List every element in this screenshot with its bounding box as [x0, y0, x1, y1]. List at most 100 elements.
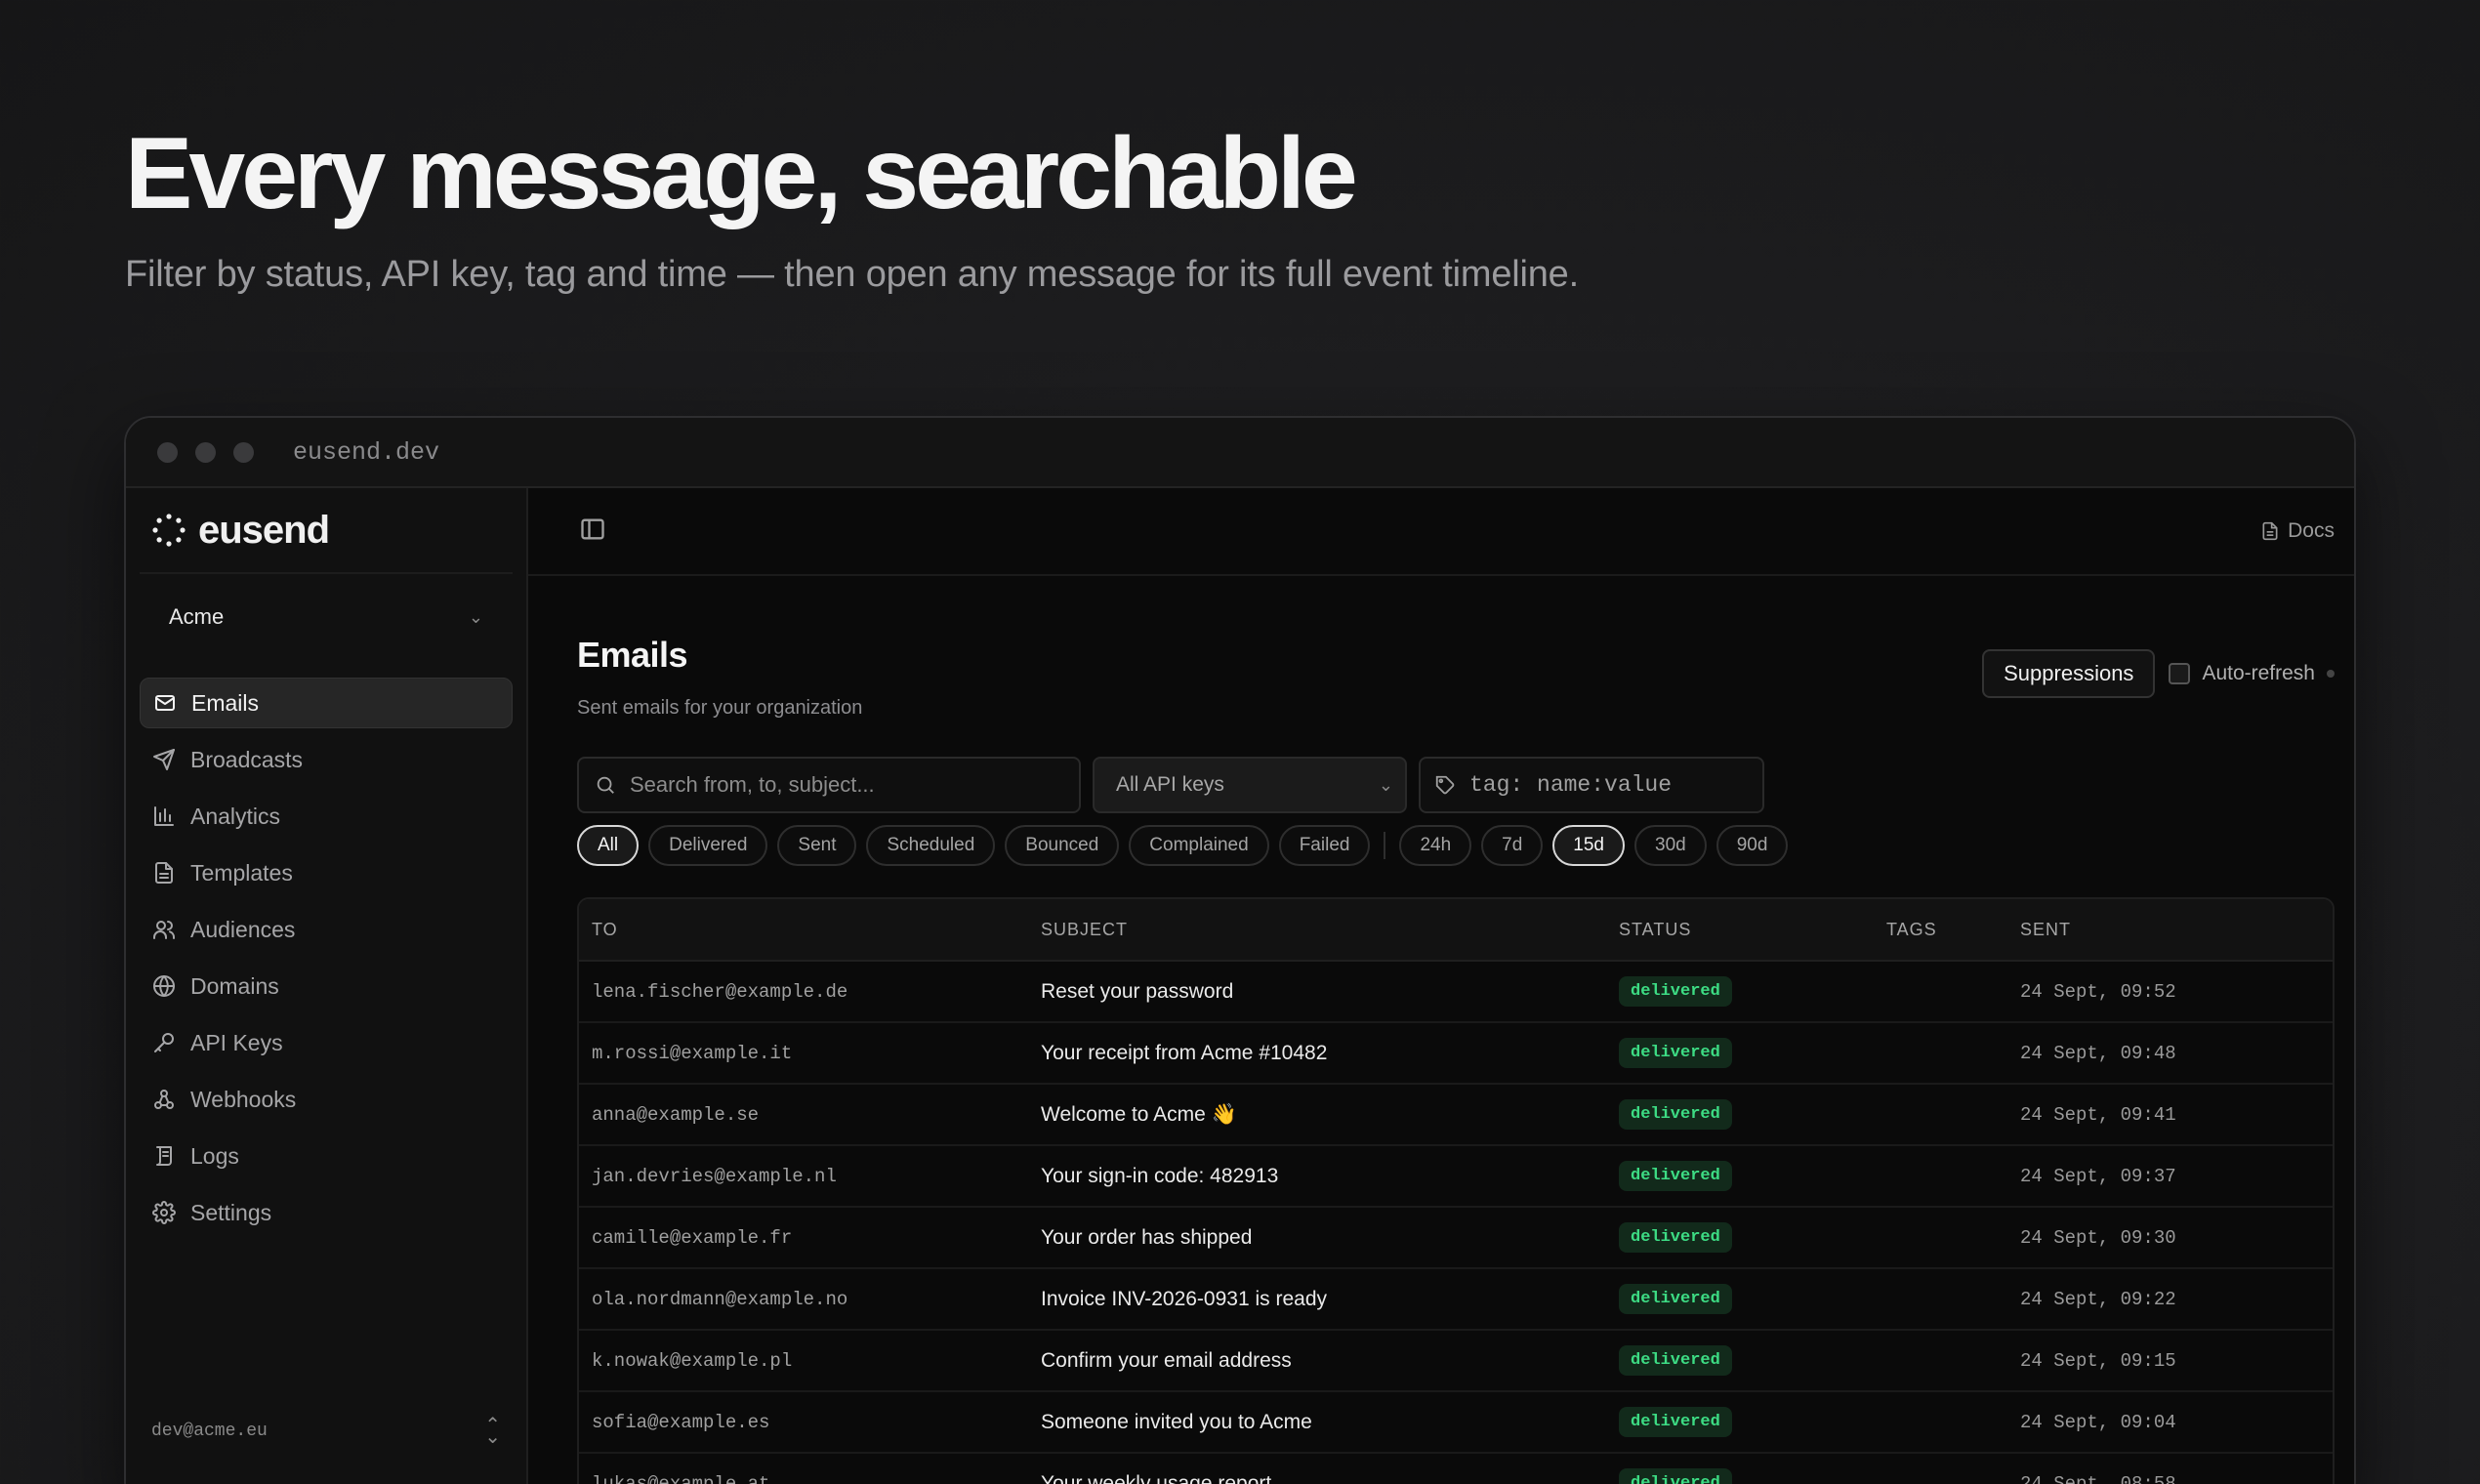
app-window: eusend.dev eusend Acme ⌄ Emails Broadcas… [124, 416, 2356, 1484]
window-minimize-dot[interactable] [195, 441, 216, 463]
column-header-tags[interactable]: TAGS [1886, 920, 2020, 940]
sidebar-item-domains[interactable]: Domains [140, 961, 513, 1011]
brand-logo-icon [152, 514, 186, 547]
gear-icon [151, 1200, 177, 1225]
sent-timestamp: 24 Sept, 09:15 [2020, 1349, 2176, 1372]
sidebar-item-webhooks[interactable]: Webhooks [140, 1074, 513, 1125]
tag-filter[interactable] [1419, 757, 1764, 813]
sidebar-item-api-keys[interactable]: API Keys [140, 1017, 513, 1068]
sidebar-item-broadcasts[interactable]: Broadcasts [140, 734, 513, 785]
status-chip-complained[interactable]: Complained [1129, 825, 1269, 866]
page-subtitle: Sent emails for your organization [577, 697, 863, 719]
main-panel: Docs Emails Sent emails for your organiz… [528, 488, 2354, 1484]
window-close-dot[interactable] [157, 441, 178, 463]
table-row[interactable]: ola.nordmann@example.no Invoice INV-2026-… [579, 1269, 2333, 1331]
window-maximize-dot[interactable] [233, 441, 254, 463]
status-badge: delivered [1619, 1345, 1732, 1376]
document-icon [2262, 521, 2278, 541]
recipient-email: anna@example.se [592, 1103, 760, 1126]
sidebar-item-label: Domains [190, 972, 279, 999]
time-chip-90d[interactable]: 90d [1715, 825, 1789, 866]
hero: Every message, searchable Filter by stat… [125, 115, 2371, 296]
emails-table: TO SUBJECT STATUS TAGS SENT lena.fischer… [577, 897, 2335, 1484]
hero-title: Every message, searchable [125, 117, 1358, 230]
auto-refresh-checkbox[interactable] [2169, 662, 2191, 684]
tag-input[interactable] [1469, 772, 1753, 798]
table-row[interactable]: lukas@example.at Your weekly usage report… [579, 1454, 2333, 1484]
status-badge: delivered [1619, 1099, 1732, 1130]
topbar: Docs [528, 488, 2354, 576]
sidebar-item-label: Analytics [190, 803, 281, 829]
status-chip-sent[interactable]: Sent [777, 825, 857, 866]
window-url: eusend.dev [293, 437, 440, 467]
docs-label: Docs [2288, 519, 2335, 542]
toggle-sidebar-icon[interactable] [579, 515, 606, 548]
account-switcher[interactable]: dev@acme.eu ⌃ ⌄ [151, 1415, 501, 1448]
table-row[interactable]: anna@example.se Welcome to Acme 👋 delivere… [579, 1085, 2333, 1146]
sidebar-item-logs[interactable]: Logs [140, 1131, 513, 1181]
status-chip-failed[interactable]: Failed [1278, 825, 1371, 866]
document-icon [151, 860, 177, 886]
table-row[interactable]: jan.devries@example.nl Your sign-in code:… [579, 1146, 2333, 1208]
time-chip-15d[interactable]: 15d [1552, 825, 1625, 866]
status-chip-all[interactable]: All [577, 825, 640, 866]
brand[interactable]: eusend [140, 488, 513, 574]
sidebar-item-label: Settings [190, 1199, 272, 1225]
api-key-select[interactable]: All API keys ⌄ [1093, 757, 1407, 813]
email-subject: Welcome to Acme 👋 [1041, 1102, 1237, 1126]
column-header-to[interactable]: TO [579, 920, 1041, 940]
email-subject: Confirm your email address [1041, 1348, 1292, 1372]
recipient-email: k.nowak@example.pl [592, 1349, 793, 1372]
sent-timestamp: 24 Sept, 09:04 [2020, 1411, 2176, 1433]
search-box[interactable] [577, 757, 1081, 813]
suppressions-button[interactable]: Suppressions [1982, 648, 2156, 698]
column-header-subject[interactable]: SUBJECT [1041, 920, 1619, 940]
sent-timestamp: 24 Sept, 09:37 [2020, 1165, 2176, 1187]
org-switcher[interactable]: Acme ⌄ [140, 588, 513, 646]
recipient-email: sofia@example.es [592, 1411, 770, 1433]
search-input[interactable] [630, 772, 1059, 798]
tag-icon [1435, 775, 1455, 795]
table-row[interactable]: k.nowak@example.pl Confirm your email add… [579, 1331, 2333, 1392]
sidebar-item-templates[interactable]: Templates [140, 847, 513, 898]
time-chip-30d[interactable]: 30d [1634, 825, 1707, 866]
sidebar-item-analytics[interactable]: Analytics [140, 791, 513, 842]
emails-page: Emails Sent emails for your organization… [577, 576, 2335, 1484]
key-icon [151, 1030, 177, 1055]
email-subject: Your receipt from Acme #10482 [1041, 1041, 1328, 1064]
mail-icon [152, 690, 178, 716]
email-subject: Your order has shipped [1041, 1225, 1253, 1249]
logs-icon [151, 1143, 177, 1169]
page-title: Emails [577, 635, 688, 675]
status-badge: delivered [1619, 1222, 1732, 1253]
sidebar-item-emails[interactable]: Emails [140, 678, 513, 728]
sidebar-item-audiences[interactable]: Audiences [140, 904, 513, 955]
chevron-up-down-icon: ⌃ ⌄ [484, 1415, 501, 1448]
sidebar-item-label: Logs [190, 1142, 239, 1169]
status-chip-bounced[interactable]: Bounced [1005, 825, 1120, 866]
time-chip-24h[interactable]: 24h [1399, 825, 1472, 866]
header-actions: Suppressions Auto-refresh [1982, 627, 2335, 720]
filter-chips: All Delivered Sent Scheduled Bounced Complain… [577, 825, 2335, 866]
recipient-email: ola.nordmann@example.no [592, 1288, 848, 1310]
docs-link[interactable]: Docs [2260, 519, 2335, 543]
column-header-status[interactable]: STATUS [1619, 920, 1886, 940]
chevron-down-icon: ⌄ [1378, 774, 1393, 795]
recipient-email: lena.fischer@example.de [592, 980, 848, 1003]
chevron-down-icon: ⌄ [468, 606, 483, 627]
api-key-select-value: All API keys [1116, 773, 1224, 796]
table-row[interactable]: sofia@example.es Someone invited you to A… [579, 1392, 2333, 1454]
page-header: Emails Sent emails for your organization… [577, 635, 2335, 720]
column-header-sent[interactable]: SENT [2020, 920, 2333, 940]
table-row[interactable]: m.rossi@example.it Your receipt from Acme… [579, 1023, 2333, 1085]
status-chip-delivered[interactable]: Delivered [648, 825, 768, 866]
table-row[interactable]: camille@example.fr Your order has shipped… [579, 1208, 2333, 1269]
table-row[interactable]: lena.fischer@example.de Reset your passwo… [579, 962, 2333, 1023]
status-chip-scheduled[interactable]: Scheduled [866, 825, 996, 866]
sent-timestamp: 24 Sept, 09:52 [2020, 980, 2176, 1003]
time-chip-7d[interactable]: 7d [1481, 825, 1544, 866]
sidebar-item-settings[interactable]: Settings [140, 1187, 513, 1238]
recipient-email: lukas@example.at [592, 1472, 770, 1484]
window-titlebar: eusend.dev [126, 418, 2354, 488]
sent-timestamp: 24 Sept, 09:22 [2020, 1288, 2176, 1310]
